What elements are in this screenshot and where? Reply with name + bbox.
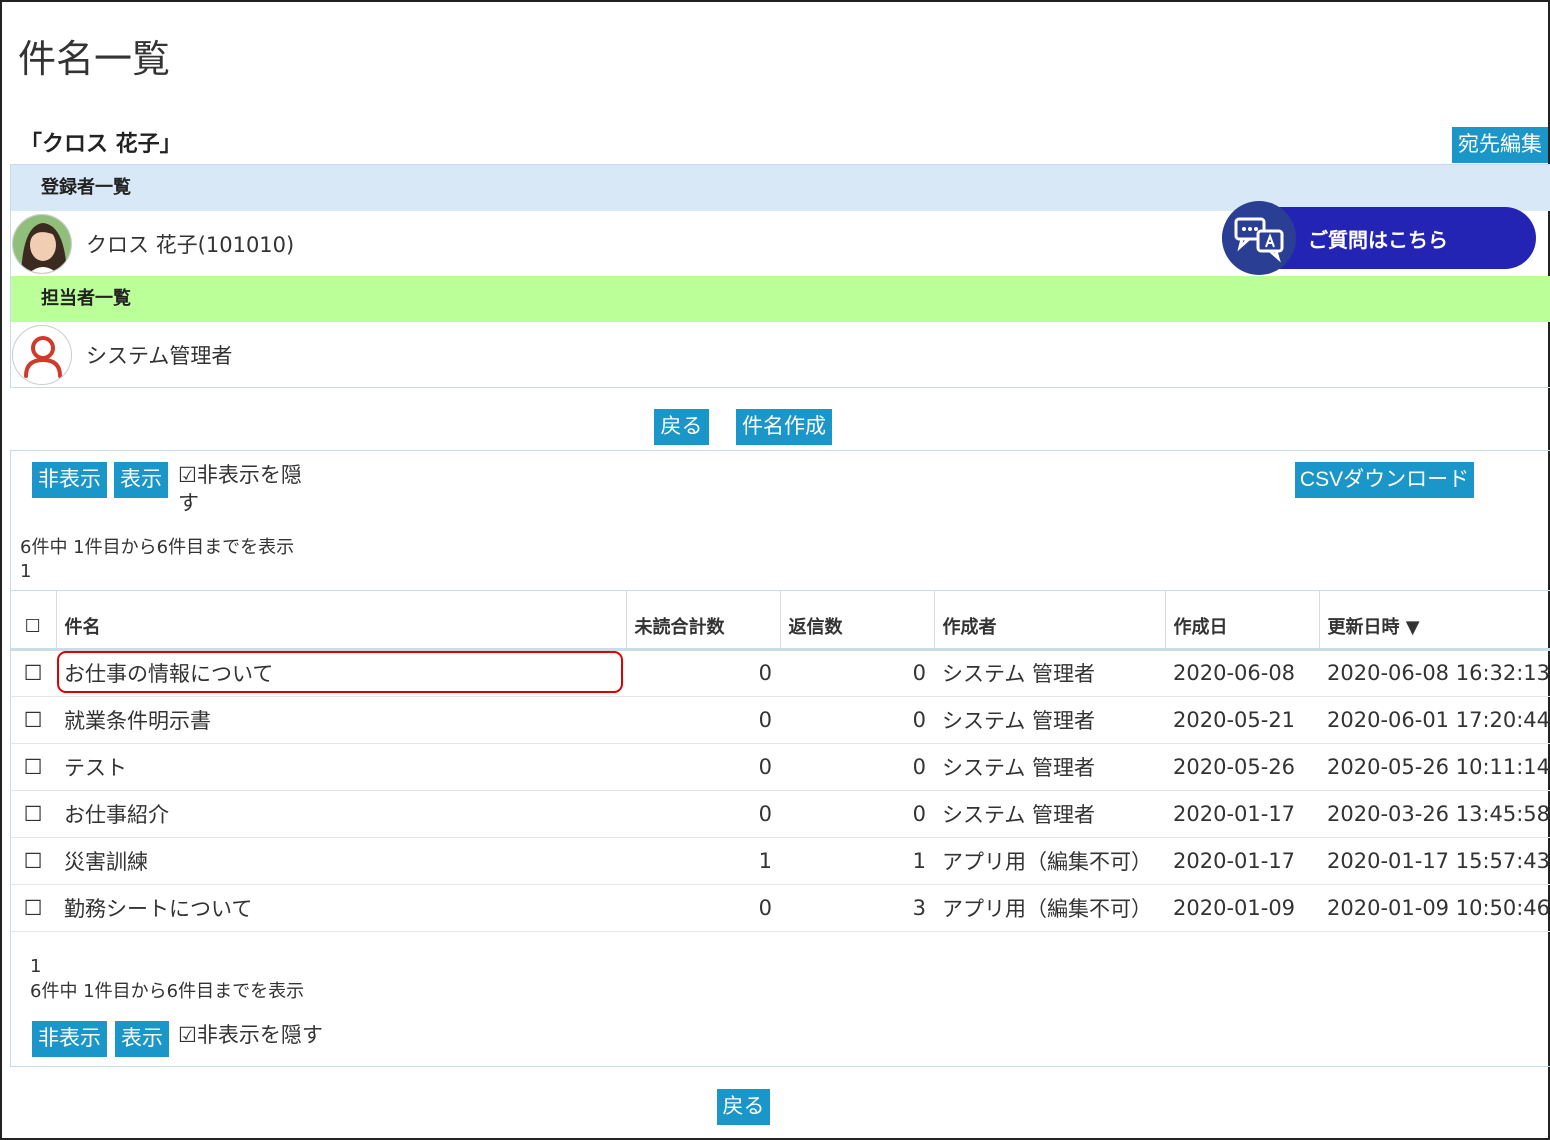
- row-created: 2020-05-21: [1165, 696, 1319, 744]
- column-header-subject[interactable]: 件名: [55, 591, 626, 651]
- row-checkbox[interactable]: ☐: [10, 743, 56, 791]
- avatar-photo: [12, 214, 72, 274]
- row-creator: システム 管理者: [934, 743, 1165, 791]
- help-button-label: ご質問はこちら: [1308, 228, 1448, 252]
- row-creator: アプリ用（編集不可）: [934, 837, 1165, 885]
- row-checkbox[interactable]: ☐: [10, 790, 56, 838]
- pagination-bottom[interactable]: 1: [30, 956, 41, 977]
- column-header-replies[interactable]: 返信数: [779, 591, 934, 651]
- select-all-checkbox[interactable]: ☐: [10, 591, 56, 651]
- row-creator: システム 管理者: [934, 790, 1165, 838]
- csv-download-button[interactable]: CSVダウンロード: [1295, 462, 1474, 498]
- row-unread: 0: [626, 649, 780, 697]
- registrant-name: クロス 花子(101010): [86, 233, 295, 257]
- row-creator: システム 管理者: [934, 696, 1165, 744]
- page-title: 件名一覧: [18, 37, 171, 81]
- row-created: 2020-06-08: [1165, 649, 1319, 697]
- pagination-top[interactable]: 1: [20, 561, 31, 582]
- hide-button-bottom[interactable]: 非表示: [32, 1021, 107, 1057]
- row-updated: 2020-06-01 17:20:44: [1319, 696, 1550, 744]
- row-checkbox[interactable]: ☐: [10, 837, 56, 885]
- row-created: 2020-05-26: [1165, 743, 1319, 791]
- row-subject-link[interactable]: 就業条件明示書: [56, 696, 626, 744]
- result-count-bottom: 6件中 1件目から6件目までを表示: [30, 981, 305, 1002]
- row-creator: システム 管理者: [934, 649, 1165, 697]
- row-unread: 0: [626, 743, 780, 791]
- row-updated: 2020-03-26 13:45:58: [1319, 790, 1550, 838]
- row-unread: 0: [626, 790, 780, 838]
- hide-hidden-checkbox-bottom[interactable]: ☑非表示を隠す: [178, 1019, 323, 1049]
- row-subject-link[interactable]: 勤務シートについて: [56, 884, 626, 932]
- row-unread: 0: [626, 884, 780, 932]
- column-header-unread[interactable]: 未読合計数: [625, 591, 780, 651]
- hide-hidden-checkbox-top[interactable]: ☑非表示を隠す: [178, 461, 318, 517]
- subject-highlight-box: [57, 651, 623, 693]
- row-replies: 0: [780, 649, 934, 697]
- row-subject-link[interactable]: お仕事紹介: [56, 790, 626, 838]
- row-creator: アプリ用（編集不可）: [934, 884, 1165, 932]
- hide-button-top[interactable]: 非表示: [32, 462, 107, 498]
- column-header-created[interactable]: 作成日: [1164, 591, 1319, 651]
- result-count-top: 6件中 1件目から6件目までを表示: [20, 537, 295, 558]
- row-created: 2020-01-09: [1165, 884, 1319, 932]
- subject-table: ☐ 件名 未読合計数 返信数 作成者 作成日 更新日時 ▼ ☐ お仕事の情報につ…: [10, 590, 1550, 932]
- row-created: 2020-01-17: [1165, 790, 1319, 838]
- table-header-row: ☐ 件名 未読合計数 返信数 作成者 作成日 更新日時 ▼: [10, 591, 1550, 651]
- row-unread: 0: [626, 696, 780, 744]
- row-checkbox[interactable]: ☐: [10, 696, 56, 744]
- back-button-bottom[interactable]: 戻る: [717, 1089, 770, 1125]
- back-button-top[interactable]: 戻る: [654, 409, 709, 445]
- column-header-creator[interactable]: 作成者: [933, 591, 1165, 651]
- row-updated: 2020-05-26 10:11:14: [1319, 743, 1550, 791]
- row-checkbox[interactable]: ☐: [10, 884, 56, 932]
- group-title: 「クロス 花子」: [20, 132, 182, 157]
- members-panel: 登録者一覧 クロス 花子(101010) 担当者一覧 システム管理者: [10, 164, 1550, 388]
- staff-row: システム管理者: [11, 322, 1550, 387]
- row-subject-link[interactable]: 災害訓練: [56, 837, 626, 885]
- table-row: ☐ 就業条件明示書 0 0 システム 管理者 2020-05-21 2020-0…: [10, 696, 1550, 744]
- table-row: ☐ 勤務シートについて 0 3 アプリ用（編集不可） 2020-01-09 20…: [10, 884, 1550, 932]
- row-updated: 2020-01-09 10:50:46: [1319, 884, 1550, 932]
- table-row: ☐ テスト 0 0 システム 管理者 2020-05-26 2020-05-26…: [10, 743, 1550, 791]
- edit-destination-button[interactable]: 宛先編集: [1452, 127, 1548, 163]
- row-replies: 3: [780, 884, 934, 932]
- create-subject-button[interactable]: 件名作成: [736, 409, 832, 445]
- staff-name: システム管理者: [86, 344, 233, 368]
- registrants-header: 登録者一覧: [11, 165, 1550, 211]
- show-button-bottom[interactable]: 表示: [115, 1021, 169, 1057]
- row-replies: 0: [780, 790, 934, 838]
- row-subject-link[interactable]: テスト: [56, 743, 626, 791]
- row-updated: 2020-06-08 16:32:13: [1319, 649, 1550, 697]
- row-replies: 1: [780, 837, 934, 885]
- row-created: 2020-01-17: [1165, 837, 1319, 885]
- table-row: ☐ お仕事紹介 0 0 システム 管理者 2020-01-17 2020-03-…: [10, 790, 1550, 838]
- help-button[interactable]: ご質問はこちら: [1222, 201, 1536, 275]
- row-replies: 0: [780, 743, 934, 791]
- row-replies: 0: [780, 696, 934, 744]
- row-updated: 2020-01-17 15:57:43: [1319, 837, 1550, 885]
- row-unread: 1: [626, 837, 780, 885]
- show-button-top[interactable]: 表示: [114, 462, 168, 498]
- column-header-updated[interactable]: 更新日時 ▼: [1318, 591, 1550, 651]
- user-icon: [12, 325, 72, 385]
- staff-header: 担当者一覧: [11, 276, 1550, 322]
- table-row: ☐ 災害訓練 1 1 アプリ用（編集不可） 2020-01-17 2020-01…: [10, 837, 1550, 885]
- row-checkbox[interactable]: ☐: [10, 649, 56, 697]
- chat-translate-icon: [1222, 201, 1296, 275]
